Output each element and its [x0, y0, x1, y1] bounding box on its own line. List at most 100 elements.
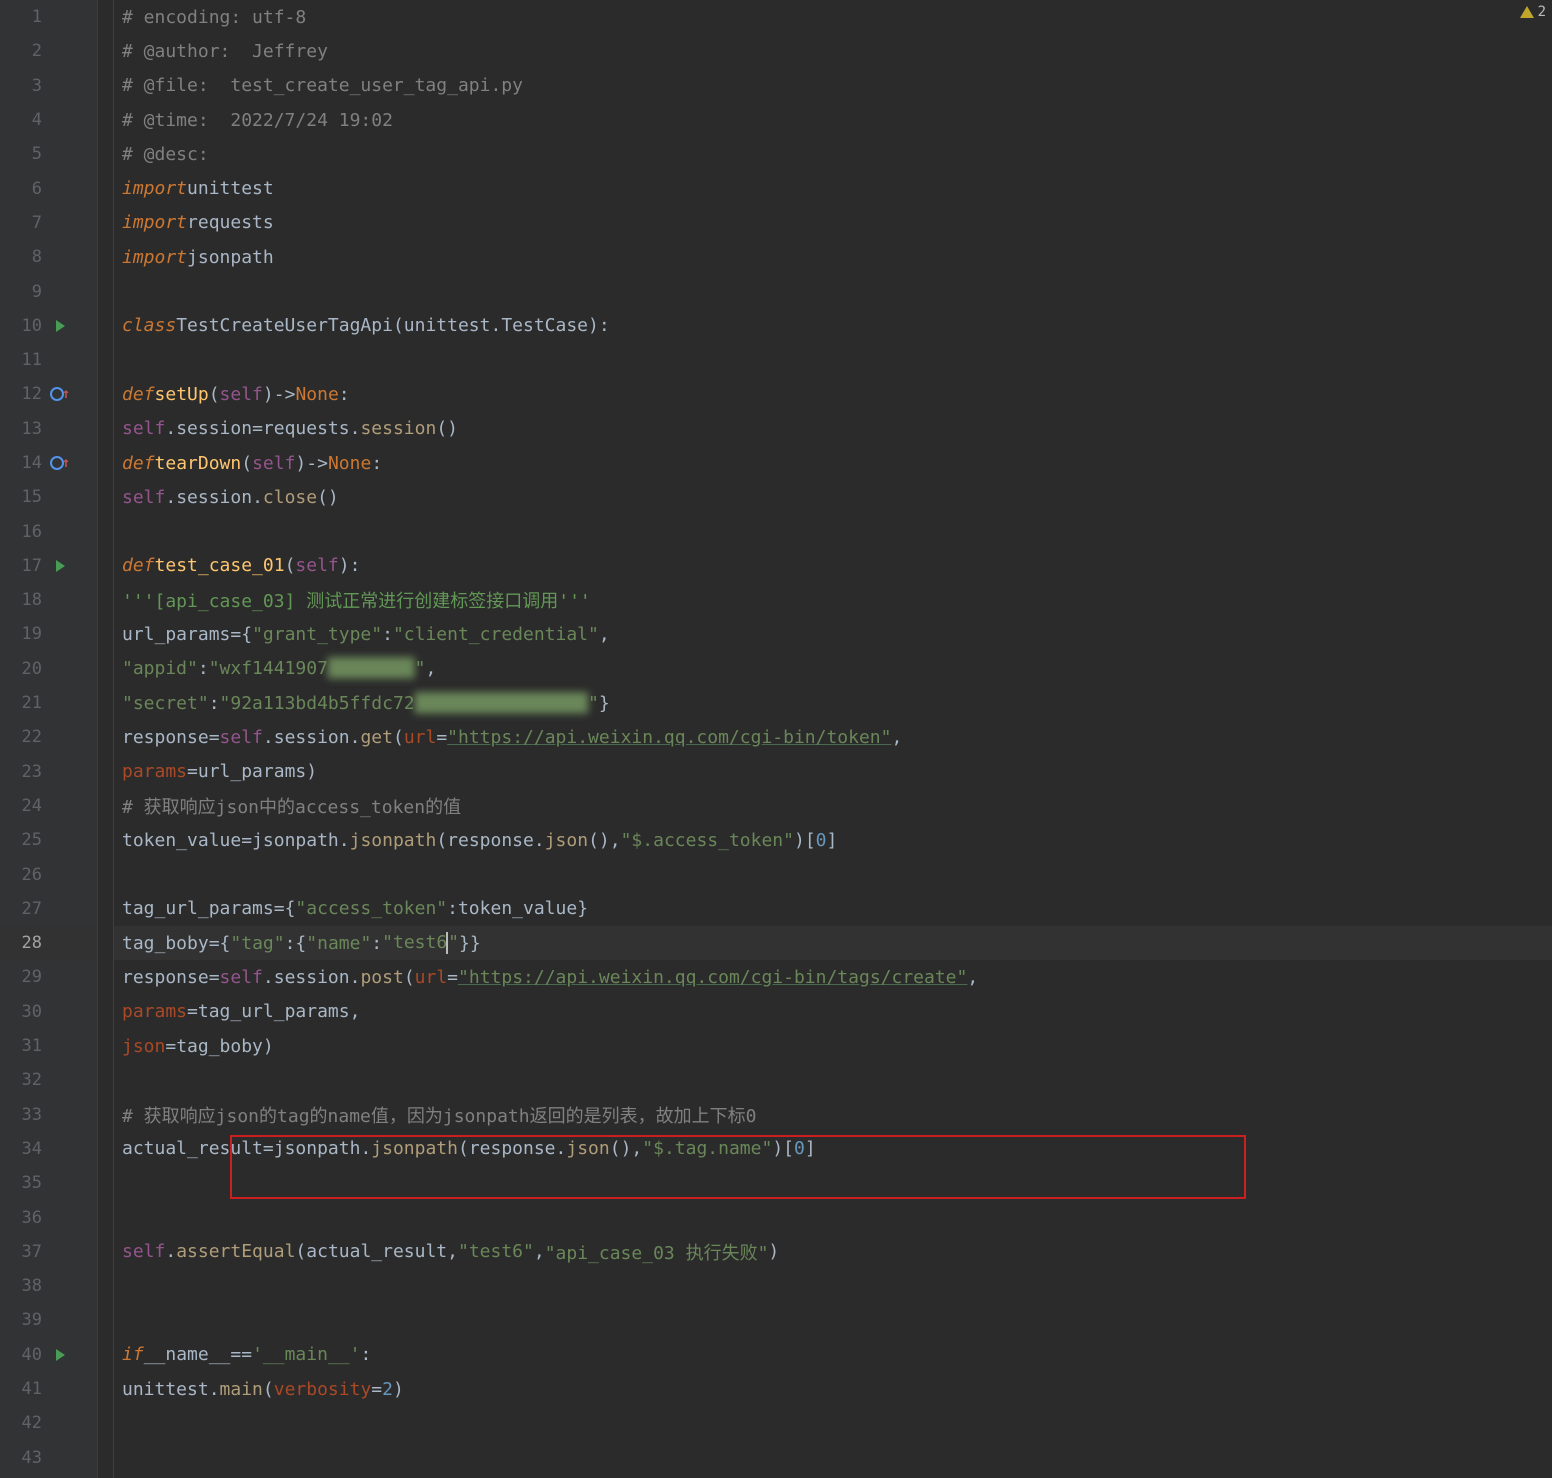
code-line[interactable]: url_params = {"grant_type":"client_crede… — [114, 617, 1552, 651]
gutter[interactable]: 123456789101112↑1314↑1516171819202122232… — [0, 0, 98, 1478]
gutter-row[interactable]: 8 — [0, 240, 97, 274]
gutter-row[interactable]: 18 — [0, 583, 97, 617]
line-number: 32 — [0, 1070, 48, 1090]
code-line[interactable] — [114, 857, 1552, 891]
gutter-row[interactable]: 23 — [0, 755, 97, 789]
code-line[interactable] — [114, 1406, 1552, 1440]
gutter-row[interactable]: 15 — [0, 480, 97, 514]
code-line[interactable]: params = tag_url_params, — [114, 995, 1552, 1029]
gutter-row[interactable]: 38 — [0, 1269, 97, 1303]
gutter-row[interactable]: 5 — [0, 137, 97, 171]
code-line[interactable]: response = self.session.post(url="https:… — [114, 960, 1552, 994]
line-number: 29 — [0, 967, 48, 987]
code-line[interactable]: # @time: 2022/7/24 19:02 — [114, 103, 1552, 137]
code-line[interactable]: token_value = jsonpath.jsonpath(response… — [114, 823, 1552, 857]
code-line[interactable]: "secret":"92a113bd4b5ffdc72█████████████… — [114, 686, 1552, 720]
gutter-row[interactable]: 22 — [0, 720, 97, 754]
code-line[interactable]: response = self.session.get(url="https:/… — [114, 720, 1552, 754]
gutter-row[interactable]: 10 — [0, 309, 97, 343]
code-line[interactable]: # 获取响应json的tag的name值，因为jsonpath返回的是列表，故加… — [114, 1098, 1552, 1132]
code-line[interactable]: # @author: Jeffrey — [114, 34, 1552, 68]
code-line[interactable]: # encoding: utf-8 — [114, 0, 1552, 34]
gutter-row[interactable]: 6 — [0, 171, 97, 205]
code-line[interactable]: def setUp(self) -> None: — [114, 377, 1552, 411]
run-icon[interactable] — [56, 320, 65, 332]
override-icon[interactable] — [50, 456, 64, 470]
line-number: 4 — [0, 110, 48, 130]
code-line[interactable]: import requests — [114, 206, 1552, 240]
gutter-row[interactable]: 36 — [0, 1200, 97, 1234]
code-line[interactable]: self.session.close() — [114, 480, 1552, 514]
code-line[interactable] — [114, 343, 1552, 377]
gutter-row[interactable]: 7 — [0, 206, 97, 240]
code-line[interactable] — [114, 1303, 1552, 1337]
code-line[interactable]: '''[api_case_03] 测试正常进行创建标签接口调用''' — [114, 583, 1552, 617]
gutter-row[interactable]: 30 — [0, 995, 97, 1029]
gutter-row[interactable]: 2 — [0, 34, 97, 68]
code-line[interactable]: # @file: test_create_user_tag_api.py — [114, 69, 1552, 103]
code-line[interactable]: if __name__ == '__main__': — [114, 1338, 1552, 1372]
line-number: 1 — [0, 7, 48, 27]
gutter-row[interactable]: 34 — [0, 1132, 97, 1166]
code-line[interactable]: unittest.main(verbosity=2) — [114, 1372, 1552, 1406]
line-number: 3 — [0, 76, 48, 96]
gutter-row[interactable]: 29 — [0, 960, 97, 994]
fold-column[interactable] — [98, 0, 114, 1478]
code-line[interactable] — [114, 1269, 1552, 1303]
line-number: 43 — [0, 1448, 48, 1468]
code-line[interactable] — [114, 1166, 1552, 1200]
code-line[interactable]: json=tag_boby) — [114, 1029, 1552, 1063]
gutter-row[interactable]: 24 — [0, 789, 97, 823]
gutter-row[interactable]: 25 — [0, 823, 97, 857]
gutter-row[interactable]: 28 — [0, 926, 97, 960]
code-area[interactable]: 2 # encoding: utf-8# @author: Jeffrey# @… — [114, 0, 1552, 1478]
gutter-row[interactable]: 17 — [0, 549, 97, 583]
gutter-row[interactable]: 9 — [0, 274, 97, 308]
code-line[interactable]: params = url_params) — [114, 755, 1552, 789]
code-line[interactable]: self.session = requests.session() — [114, 412, 1552, 446]
code-line[interactable] — [114, 1200, 1552, 1234]
gutter-row[interactable]: 27 — [0, 892, 97, 926]
gutter-row[interactable]: 40 — [0, 1338, 97, 1372]
gutter-row[interactable]: 1 — [0, 0, 97, 34]
code-line[interactable]: self.assertEqual(actual_result,"test6", … — [114, 1235, 1552, 1269]
gutter-row[interactable]: 16 — [0, 514, 97, 548]
code-line[interactable]: import unittest — [114, 171, 1552, 205]
code-line[interactable]: def tearDown(self) -> None: — [114, 446, 1552, 480]
gutter-row[interactable]: 14↑ — [0, 446, 97, 480]
gutter-row[interactable]: 32 — [0, 1063, 97, 1097]
gutter-row[interactable]: 42 — [0, 1406, 97, 1440]
gutter-row[interactable]: 3 — [0, 69, 97, 103]
gutter-row[interactable]: 12↑ — [0, 377, 97, 411]
code-line[interactable] — [114, 514, 1552, 548]
code-line[interactable]: # 获取响应json中的access_token的值 — [114, 789, 1552, 823]
gutter-row[interactable]: 39 — [0, 1303, 97, 1337]
code-line[interactable]: # @desc: — [114, 137, 1552, 171]
gutter-row[interactable]: 31 — [0, 1029, 97, 1063]
gutter-row[interactable]: 43 — [0, 1440, 97, 1474]
code-line[interactable]: class TestCreateUserTagApi(unittest.Test… — [114, 309, 1552, 343]
gutter-row[interactable]: 41 — [0, 1372, 97, 1406]
gutter-row[interactable]: 33 — [0, 1098, 97, 1132]
code-line[interactable] — [114, 274, 1552, 308]
gutter-row[interactable]: 19 — [0, 617, 97, 651]
line-number: 6 — [0, 179, 48, 199]
gutter-row[interactable]: 21 — [0, 686, 97, 720]
run-icon[interactable] — [56, 560, 65, 572]
gutter-row[interactable]: 37 — [0, 1235, 97, 1269]
run-icon[interactable] — [56, 1349, 65, 1361]
gutter-row[interactable]: 11 — [0, 343, 97, 377]
code-line[interactable]: tag_url_params = {"access_token":token_v… — [114, 892, 1552, 926]
code-line[interactable]: "appid":"wxf1441907████████", — [114, 652, 1552, 686]
gutter-row[interactable]: 26 — [0, 857, 97, 891]
gutter-row[interactable]: 13 — [0, 412, 97, 446]
code-line[interactable] — [114, 1063, 1552, 1097]
gutter-row[interactable]: 4 — [0, 103, 97, 137]
code-line[interactable]: tag_boby = { "tag": { "name":"test6" } } — [114, 926, 1552, 960]
code-line[interactable] — [114, 1440, 1552, 1474]
gutter-row[interactable]: 20 — [0, 652, 97, 686]
code-line[interactable]: import jsonpath — [114, 240, 1552, 274]
code-line[interactable]: actual_result = jsonpath.jsonpath(respon… — [114, 1132, 1552, 1166]
code-line[interactable]: def test_case_01(self): — [114, 549, 1552, 583]
gutter-row[interactable]: 35 — [0, 1166, 97, 1200]
